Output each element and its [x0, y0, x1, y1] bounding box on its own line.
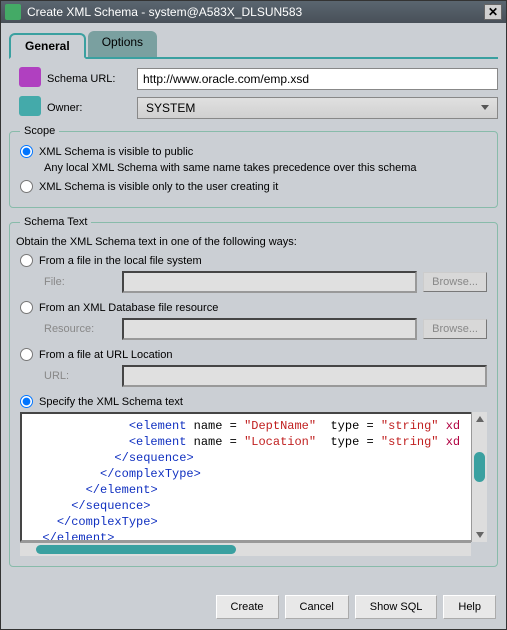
window: Create XML Schema - system@A583X_DLSUN58…	[0, 0, 507, 630]
schema-url-label: Schema URL:	[47, 73, 137, 85]
specify-label: Specify the XML Schema text	[39, 396, 183, 408]
schema-text-fieldset: Schema Text Obtain the XML Schema text i…	[9, 216, 498, 567]
file-label: File:	[44, 276, 116, 288]
app-icon	[5, 4, 21, 20]
show-sql-button[interactable]: Show SQL	[355, 595, 438, 619]
url-sub-row: URL:	[44, 365, 487, 387]
window-title: Create XML Schema - system@A583X_DLSUN58…	[27, 5, 484, 19]
scope-private-label: XML Schema is visible only to the user c…	[39, 181, 278, 193]
owner-row: Owner: SYSTEM	[9, 96, 498, 119]
from-file-radio[interactable]	[20, 254, 33, 267]
file-browse-button: Browse...	[423, 272, 487, 292]
footer: Create Cancel Show SQL Help	[1, 585, 506, 629]
scope-private-radio[interactable]	[20, 180, 33, 193]
from-url-row: From a file at URL Location	[20, 348, 487, 361]
owner-label: Owner:	[47, 102, 137, 114]
resource-browse-button: Browse...	[423, 319, 487, 339]
help-button[interactable]: Help	[443, 595, 496, 619]
from-url-label: From a file at URL Location	[39, 349, 172, 361]
scope-private-row: XML Schema is visible only to the user c…	[20, 180, 487, 193]
from-file-row: From a file in the local file system	[20, 254, 487, 267]
file-sub-row: File: Browse...	[44, 271, 487, 293]
scope-public-radio[interactable]	[20, 145, 33, 158]
scope-public-row: XML Schema is visible to public	[20, 145, 487, 158]
owner-icon	[13, 96, 47, 119]
scope-fieldset: Scope XML Schema is visible to public An…	[9, 125, 498, 208]
cancel-button[interactable]: Cancel	[285, 595, 349, 619]
schema-icon	[13, 67, 47, 90]
scroll-down-icon[interactable]	[472, 528, 487, 542]
vertical-scrollbar[interactable]	[471, 412, 487, 542]
hscroll-thumb[interactable]	[36, 545, 236, 554]
from-url-radio[interactable]	[20, 348, 33, 361]
schema-text-instruction: Obtain the XML Schema text in one of the…	[16, 236, 487, 248]
code-textarea[interactable]: <element name = "DeptName" type = "strin…	[20, 412, 487, 542]
from-file-label: From a file in the local file system	[39, 255, 202, 267]
resource-sub-row: Resource: Browse...	[44, 318, 487, 340]
specify-row: Specify the XML Schema text	[20, 395, 487, 408]
resource-label: Resource:	[44, 323, 116, 335]
create-button[interactable]: Create	[216, 595, 279, 619]
vscroll-thumb[interactable]	[474, 452, 485, 482]
chevron-down-icon	[481, 105, 489, 110]
scroll-up-icon[interactable]	[472, 412, 487, 426]
schema-text-legend: Schema Text	[20, 216, 91, 228]
titlebar: Create XML Schema - system@A583X_DLSUN58…	[1, 1, 506, 23]
specify-radio[interactable]	[20, 395, 33, 408]
url-label: URL:	[44, 370, 116, 382]
schema-url-row: Schema URL:	[9, 67, 498, 90]
tab-options[interactable]: Options	[88, 31, 157, 57]
file-input	[122, 271, 417, 293]
url-input	[122, 365, 487, 387]
close-button[interactable]: ✕	[484, 4, 502, 20]
from-db-row: From an XML Database file resource	[20, 301, 487, 314]
content-area: General Options Schema URL: Owner: SYSTE…	[1, 23, 506, 585]
from-db-label: From an XML Database file resource	[39, 302, 218, 314]
from-db-radio[interactable]	[20, 301, 33, 314]
horizontal-scrollbar[interactable]	[20, 542, 471, 556]
resource-input	[122, 318, 417, 340]
owner-value: SYSTEM	[146, 101, 195, 115]
schema-url-input[interactable]	[137, 68, 498, 90]
scope-public-note: Any local XML Schema with same name take…	[44, 162, 487, 174]
scope-legend: Scope	[20, 125, 59, 137]
tabs: General Options	[9, 31, 498, 59]
scope-public-label: XML Schema is visible to public	[39, 146, 193, 158]
owner-select[interactable]: SYSTEM	[137, 97, 498, 119]
tab-general[interactable]: General	[9, 33, 86, 59]
code-wrap: <element name = "DeptName" type = "strin…	[20, 412, 487, 556]
